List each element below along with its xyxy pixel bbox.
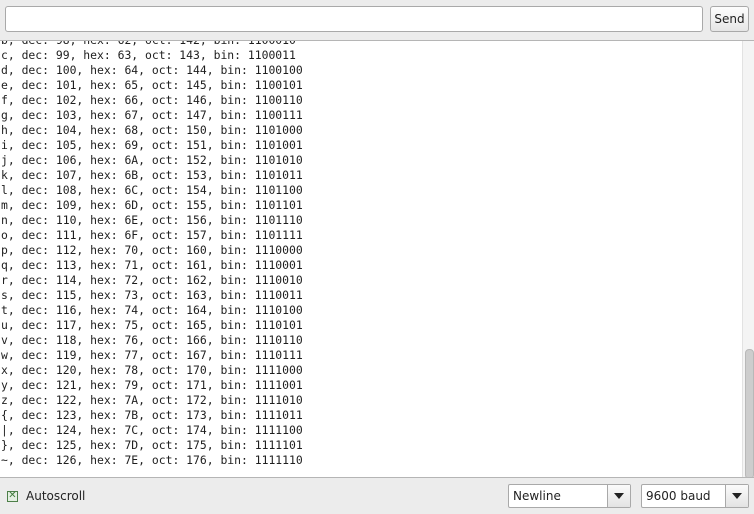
output-line: k, dec: 107, hex: 6B, oct: 153, bin: 110… bbox=[1, 168, 303, 182]
output-line: u, dec: 117, hex: 75, oct: 165, bin: 111… bbox=[1, 318, 303, 332]
serial-input[interactable] bbox=[5, 6, 703, 32]
output-line: {, dec: 123, hex: 7B, oct: 173, bin: 111… bbox=[1, 408, 303, 422]
output-line: s, dec: 115, hex: 73, oct: 163, bin: 111… bbox=[1, 288, 303, 302]
output-line: t, dec: 116, hex: 74, oct: 164, bin: 111… bbox=[1, 303, 303, 317]
checkbox-checked-icon[interactable]: ✕ bbox=[7, 490, 18, 502]
scrollbar-thumb[interactable] bbox=[745, 349, 754, 477]
vertical-scrollbar[interactable] bbox=[742, 41, 754, 477]
output-line: d, dec: 100, hex: 64, oct: 144, bin: 110… bbox=[1, 63, 303, 77]
send-button[interactable]: Send bbox=[710, 6, 749, 32]
output-line: i, dec: 105, hex: 69, oct: 151, bin: 110… bbox=[1, 138, 303, 152]
output-line: c, dec: 99, hex: 63, oct: 143, bin: 1100… bbox=[1, 48, 296, 62]
output-line: x, dec: 120, hex: 78, oct: 170, bin: 111… bbox=[1, 363, 303, 377]
output-line: w, dec: 119, hex: 77, oct: 167, bin: 111… bbox=[1, 348, 303, 362]
autoscroll-toggle[interactable]: ✕ Autoscroll bbox=[7, 489, 85, 503]
output-line: b, dec: 98, hex: 62, oct: 142, bin: 1100… bbox=[1, 40, 296, 47]
chevron-down-icon[interactable] bbox=[725, 485, 748, 507]
output-line: e, dec: 101, hex: 65, oct: 145, bin: 110… bbox=[1, 78, 303, 92]
output-line: }, dec: 125, hex: 7D, oct: 175, bin: 111… bbox=[1, 438, 303, 452]
output-line: j, dec: 106, hex: 6A, oct: 152, bin: 110… bbox=[1, 153, 303, 167]
output-line: g, dec: 103, hex: 67, oct: 147, bin: 110… bbox=[1, 108, 303, 122]
output-line: |, dec: 124, hex: 7C, oct: 174, bin: 111… bbox=[1, 423, 303, 437]
output-line: m, dec: 109, hex: 6D, oct: 155, bin: 110… bbox=[1, 198, 303, 212]
line-ending-value: Newline bbox=[513, 489, 561, 503]
output-line: y, dec: 121, hex: 79, oct: 171, bin: 111… bbox=[1, 378, 303, 392]
autoscroll-label: Autoscroll bbox=[26, 489, 86, 503]
output-line: o, dec: 111, hex: 6F, oct: 157, bin: 110… bbox=[1, 228, 303, 242]
line-ending-select[interactable]: Newline bbox=[508, 484, 631, 508]
output-line: r, dec: 114, hex: 72, oct: 162, bin: 111… bbox=[1, 273, 303, 287]
baud-rate-value: 9600 baud bbox=[646, 489, 711, 503]
output-line: h, dec: 104, hex: 68, oct: 150, bin: 110… bbox=[1, 123, 303, 137]
output-line: f, dec: 102, hex: 66, oct: 146, bin: 110… bbox=[1, 93, 303, 107]
output-line: z, dec: 122, hex: 7A, oct: 172, bin: 111… bbox=[1, 393, 303, 407]
chevron-down-icon[interactable] bbox=[607, 485, 630, 507]
send-bar: Send bbox=[0, 0, 754, 40]
status-bar: ✕ Autoscroll Newline 9600 baud bbox=[0, 478, 754, 514]
baud-rate-select[interactable]: 9600 baud bbox=[641, 484, 749, 508]
output-line: ~, dec: 126, hex: 7E, oct: 176, bin: 111… bbox=[1, 453, 303, 467]
serial-output[interactable]: b, dec: 98, hex: 62, oct: 142, bin: 1100… bbox=[0, 40, 754, 478]
output-line: q, dec: 113, hex: 71, oct: 161, bin: 111… bbox=[1, 258, 303, 272]
output-line: n, dec: 110, hex: 6E, oct: 156, bin: 110… bbox=[1, 213, 303, 227]
output-line: l, dec: 108, hex: 6C, oct: 154, bin: 110… bbox=[1, 183, 303, 197]
output-line: p, dec: 112, hex: 70, oct: 160, bin: 111… bbox=[1, 243, 303, 257]
output-lines: b, dec: 98, hex: 62, oct: 142, bin: 1100… bbox=[1, 40, 303, 468]
output-line: v, dec: 118, hex: 76, oct: 166, bin: 111… bbox=[1, 333, 303, 347]
